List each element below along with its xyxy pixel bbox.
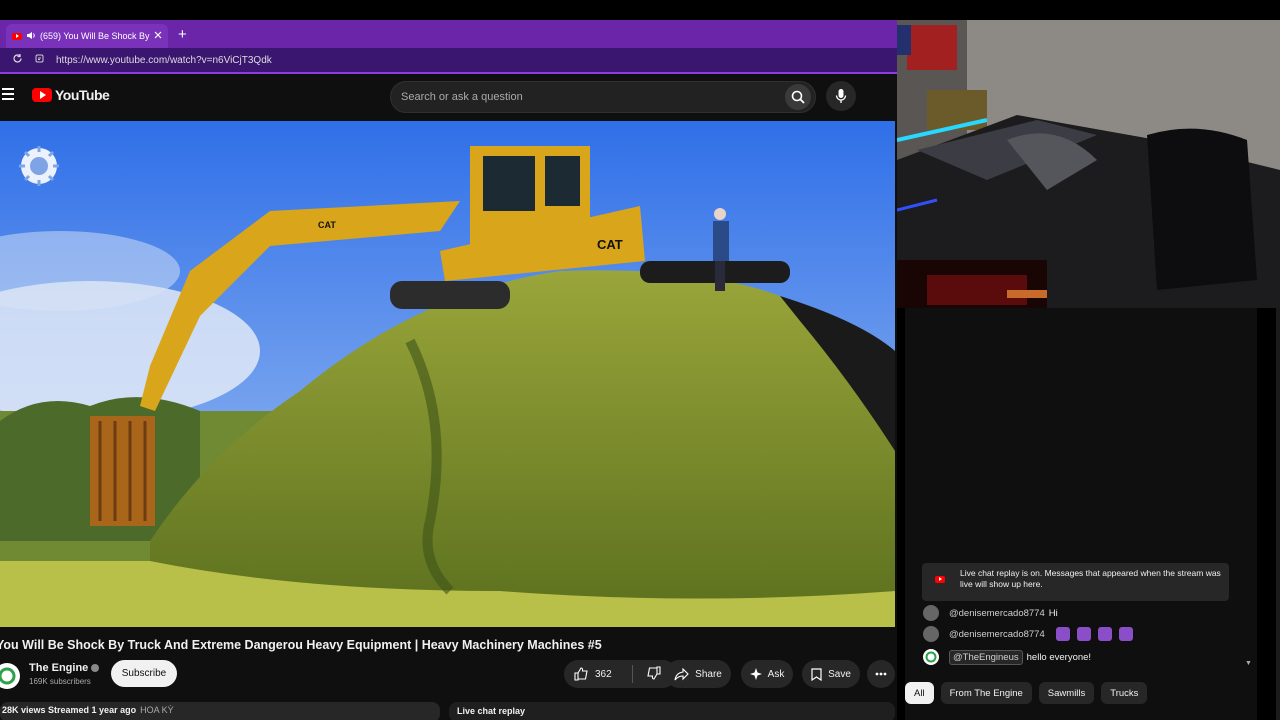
video-frame: CAT CAT [0, 121, 895, 627]
chat-avatar[interactable] [923, 649, 939, 665]
chat-message[interactable]: @denisemercado8774 [923, 626, 1133, 642]
view-stats: 28K views Streamed 1 year ago [2, 705, 137, 715]
chat-text: hello everyone! [1026, 651, 1092, 663]
subscribe-button[interactable]: Subscribe [111, 660, 177, 687]
more-icon [875, 672, 887, 676]
like-dislike-group: 362 [564, 660, 677, 688]
location-text: HOA KỲ [140, 705, 174, 715]
browser-window: (659) You Will Be Shock By Tr + https://… [0, 20, 897, 720]
svg-text:CAT: CAT [597, 237, 623, 252]
emoji-icon [1055, 627, 1070, 641]
url-field[interactable]: https://www.youtube.com/watch?v=n6ViCjT3… [56, 55, 272, 66]
chat-message[interactable]: @denisemercado8774 Hi [923, 605, 1058, 621]
like-count: 362 [595, 668, 612, 680]
youtube-logo-text: YouTube [55, 87, 110, 103]
ask-button[interactable]: Ask [741, 660, 793, 688]
channel-name-text: The Engine [29, 662, 89, 674]
youtube-header: YouTube Search or ask a question [0, 74, 897, 118]
chat-text: Hi [1048, 607, 1058, 619]
search-icon [791, 90, 805, 104]
thumbs-down-icon [647, 665, 661, 680]
live-chat-panel: Live chat replay is on. Messages that ap… [905, 308, 1257, 720]
close-tab-icon[interactable] [154, 31, 162, 41]
new-tab-button[interactable]: + [178, 26, 187, 43]
tab-title: (659) You Will Be Shock By Tr [40, 31, 150, 41]
chat-author[interactable]: @denisemercado8774 [949, 629, 1045, 640]
chip-sawmills[interactable]: Sawmills [1038, 682, 1095, 704]
emoji-icon [1076, 627, 1091, 641]
search-button[interactable] [785, 84, 811, 110]
share-icon [674, 667, 689, 680]
save-button[interactable]: Save [802, 660, 860, 688]
webcam-frame [897, 20, 1280, 308]
speaker-icon[interactable] [26, 31, 36, 42]
dislike-button[interactable] [647, 665, 661, 683]
youtube-logo[interactable]: YouTube [32, 87, 110, 103]
chat-avatar[interactable] [923, 605, 939, 621]
voice-search-button[interactable] [826, 81, 856, 111]
filter-chips: All From The Engine Sawmills Trucks [905, 682, 1148, 704]
chip-from-the-engine[interactable]: From The Engine [940, 682, 1032, 704]
browser-tab[interactable]: (659) You Will Be Shock By Tr [6, 24, 168, 48]
chat-author-owner[interactable]: @TheEngineus [949, 649, 1023, 665]
share-label: Share [695, 668, 722, 680]
channel-avatar[interactable] [0, 663, 20, 689]
search-input[interactable]: Search or ask a question [390, 81, 816, 113]
chat-avatar[interactable] [923, 626, 939, 642]
more-actions-button[interactable] [867, 660, 895, 688]
address-bar: https://www.youtube.com/watch?v=n6ViCjT3… [0, 48, 897, 74]
bookmark-icon [811, 667, 822, 681]
youtube-favicon-icon [12, 32, 22, 40]
live-chat-replay-header[interactable]: Live chat replay [449, 702, 895, 720]
video-player[interactable]: CAT CAT [0, 121, 895, 627]
chevron-down-icon[interactable]: ▼ [1245, 660, 1252, 667]
like-button[interactable]: 362 [574, 667, 612, 681]
sparkle-icon [749, 668, 762, 680]
chat-scrollbar[interactable] [1276, 308, 1280, 720]
chat-notice-text: Live chat replay is on. Messages that ap… [960, 568, 1221, 589]
svg-text:CAT: CAT [318, 220, 336, 230]
chat-message[interactable]: @TheEngineus hello everyone! [923, 649, 1091, 665]
save-label: Save [828, 668, 851, 680]
youtube-logo-icon [32, 88, 52, 102]
description-box[interactable]: 28K views Streamed 1 year ago HOA KỲ [0, 702, 440, 720]
youtube-notice-icon [934, 573, 946, 585]
menu-icon[interactable] [2, 88, 14, 103]
loading-spinner-icon [19, 146, 59, 186]
chat-replay-notice: Live chat replay is on. Messages that ap… [922, 563, 1229, 601]
chat-author[interactable]: @denisemercado8774 [949, 608, 1045, 619]
channel-row: The Engine 169K subscribers Subscribe 36… [0, 660, 897, 692]
thumbs-up-icon [574, 667, 588, 681]
subscriber-count: 169K subscribers [29, 677, 91, 686]
screen-top-bar [0, 0, 1280, 20]
share-button[interactable]: Share [665, 660, 731, 688]
verified-icon [91, 664, 100, 673]
microphone-icon [835, 89, 847, 103]
channel-name[interactable]: The Engine [29, 662, 100, 674]
tab-strip: (659) You Will Be Shock By Tr + [0, 20, 897, 48]
video-title: You Will Be Shock By Truck And Extreme D… [0, 638, 602, 652]
webcam-overlay [897, 20, 1280, 308]
ask-label: Ask [767, 668, 785, 680]
site-info-icon[interactable] [35, 54, 44, 66]
emoji-icon [1097, 627, 1112, 641]
chip-all[interactable]: All [905, 682, 934, 704]
reload-icon[interactable] [12, 53, 23, 67]
chip-trucks[interactable]: Trucks [1101, 682, 1148, 704]
search-placeholder: Search or ask a question [401, 91, 523, 103]
emoji-icon [1118, 627, 1133, 641]
